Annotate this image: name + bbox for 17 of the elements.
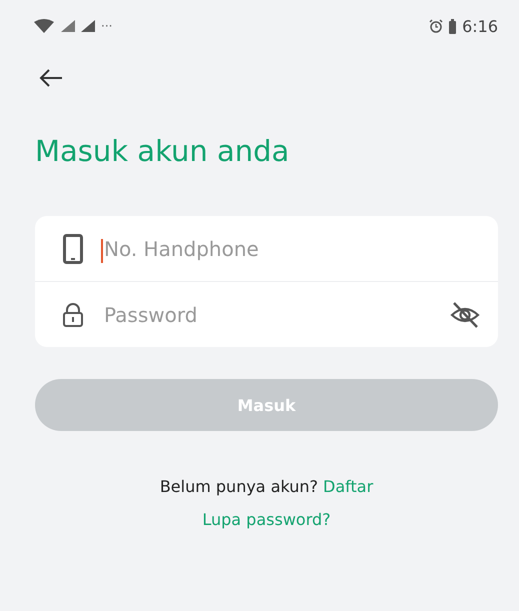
eye-slash-icon[interactable]: [450, 300, 480, 328]
battery-icon: [449, 18, 456, 34]
alarm-icon: [429, 19, 444, 33]
signal-icon: [61, 20, 75, 32]
forgot-password-link[interactable]: Lupa password?: [202, 510, 331, 529]
signup-link[interactable]: Daftar: [323, 477, 374, 496]
back-arrow-icon[interactable]: [39, 69, 63, 87]
input-field[interactable]: No. Handphone: [101, 236, 480, 260]
signal-icon: [81, 20, 95, 32]
clock-time: 6:16: [462, 16, 498, 36]
wifi-icon: [33, 19, 55, 33]
page-title: Masuk akun anda: [35, 134, 290, 170]
input-field[interactable]: Password: [101, 302, 432, 326]
signup-prompt: Belum punya akun?: [160, 477, 318, 496]
lock-icon: [63, 302, 83, 326]
phone-icon: [63, 234, 83, 264]
more-indicator: ···: [101, 19, 112, 33]
